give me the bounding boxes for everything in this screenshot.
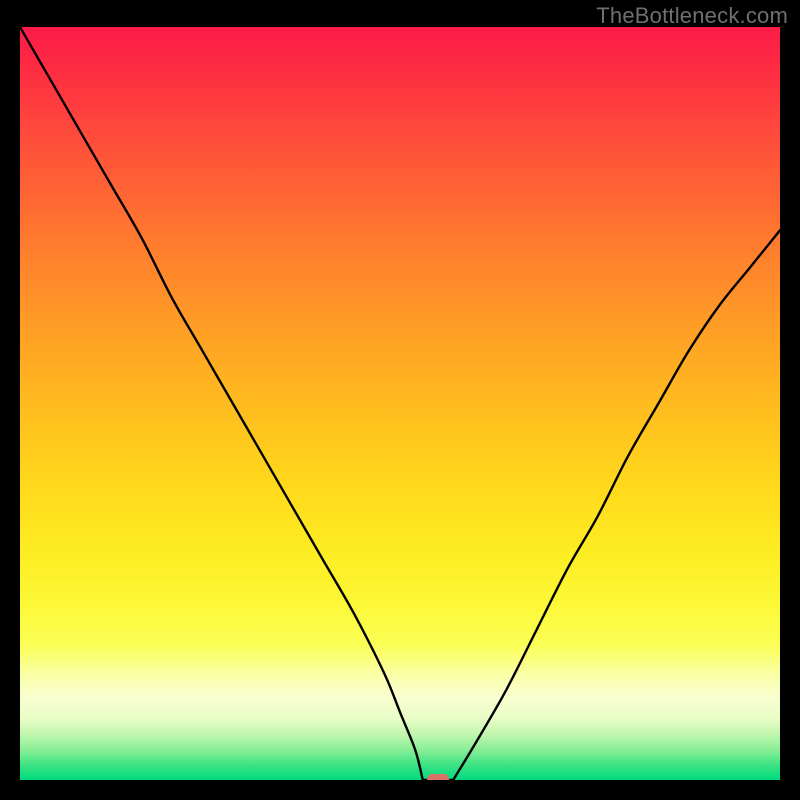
chart-frame: { "watermark": "TheBottleneck.com", "col… (0, 0, 800, 800)
optimal-marker (427, 774, 449, 780)
gradient-background (20, 27, 780, 780)
watermark-text: TheBottleneck.com (596, 3, 788, 29)
bottleneck-chart (20, 27, 780, 780)
